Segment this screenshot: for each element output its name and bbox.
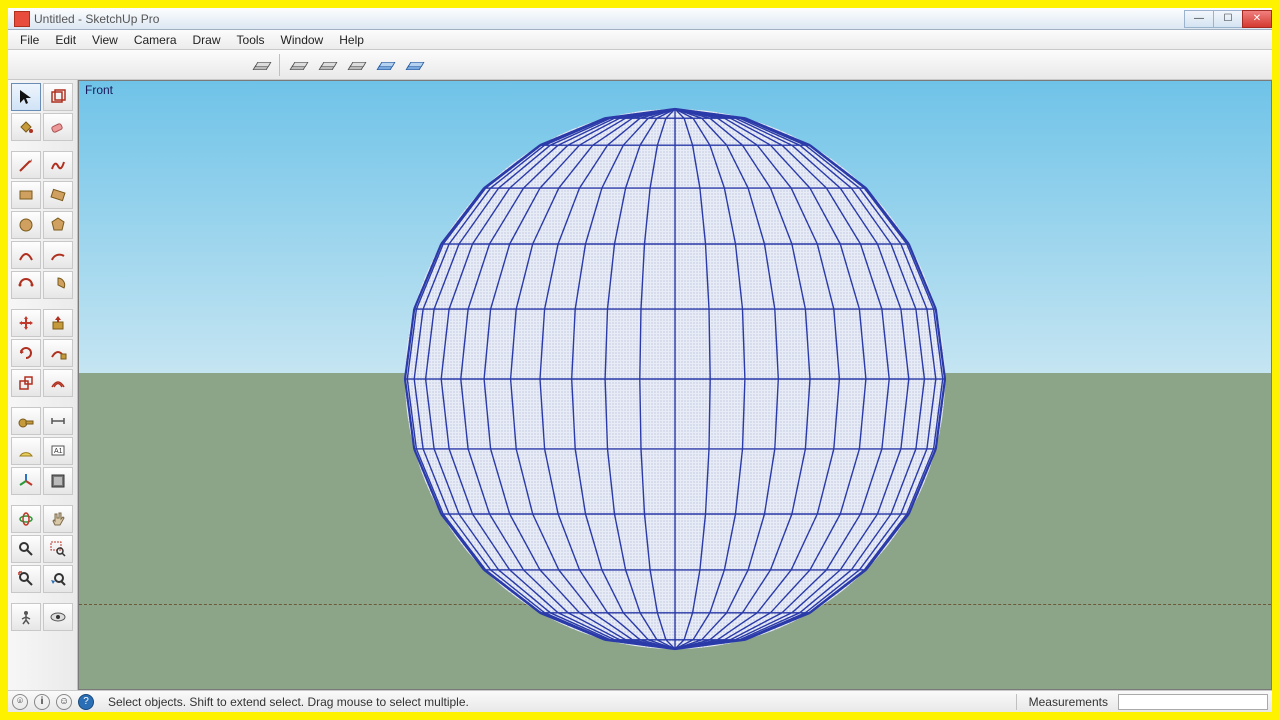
titlebar: Untitled - SketchUp Pro — ☐ ✕ [8,8,1272,30]
dimension-tool[interactable] [43,407,73,435]
axes-tool[interactable] [11,467,41,495]
measurements-label: Measurements [1029,695,1108,709]
component-tool[interactable] [43,83,73,111]
menu-edit[interactable]: Edit [47,31,84,49]
eraser-tool[interactable] [43,113,73,141]
zoom-extents-tool[interactable] [11,565,41,593]
close-button[interactable]: ✕ [1242,10,1272,28]
geo-location-icon[interactable]: ⌾ [12,694,28,710]
protractor-tool[interactable] [11,437,41,465]
arc-tool[interactable] [11,241,41,269]
pan-tool[interactable] [43,505,73,533]
select-tool[interactable] [11,83,41,111]
menu-file[interactable]: File [12,31,47,49]
sketchup-icon [14,11,30,27]
rectangle-tool[interactable] [11,181,41,209]
menu-window[interactable]: Window [273,31,332,49]
menu-bar: File Edit View Camera Draw Tools Window … [8,30,1272,50]
svg-text:A1: A1 [54,448,63,455]
minimize-button[interactable]: — [1184,10,1214,28]
move-tool[interactable] [11,309,41,337]
text-tool[interactable]: A1 [43,437,73,465]
view-label: Front [85,83,113,97]
measurements-input[interactable] [1118,694,1268,710]
menu-camera[interactable]: Camera [126,31,185,49]
window-title: Untitled - SketchUp Pro [34,12,159,26]
circle-tool[interactable] [11,211,41,239]
pie-tool[interactable] [43,271,73,299]
viewport[interactable]: Front [78,80,1272,690]
layers-stack-button[interactable] [343,53,369,77]
rotate-tool[interactable] [11,339,41,367]
status-bar: ⌾ i ☺ ? Select objects. Shift to extend … [8,690,1272,712]
layers-blue-a-button[interactable] [372,53,398,77]
arc-3pt-tool[interactable] [11,271,41,299]
freehand-tool[interactable] [43,151,73,179]
pushpull-tool[interactable] [43,309,73,337]
followme-tool[interactable] [43,339,73,367]
menu-tools[interactable]: Tools [229,31,273,49]
previous-view-tool[interactable] [43,565,73,593]
orbit-tool[interactable] [11,505,41,533]
status-hint: Select objects. Shift to extend select. … [100,695,1004,709]
position-camera-tool[interactable] [11,603,41,631]
layers-blue-b-button[interactable] [401,53,427,77]
line-tool[interactable] [11,151,41,179]
offset-tool[interactable] [43,369,73,397]
status-separator [1016,694,1017,710]
maximize-button[interactable]: ☐ [1213,10,1243,28]
layers-toolbar [8,50,1272,80]
menu-help[interactable]: Help [331,31,372,49]
help-icon[interactable]: ? [78,694,94,710]
look-around-tool[interactable] [43,603,73,631]
layers-tray-button[interactable] [285,53,311,77]
section-plane-tool[interactable] [43,467,73,495]
zoom-window-tool[interactable] [43,535,73,563]
app-window: Untitled - SketchUp Pro — ☐ ✕ File Edit … [8,8,1272,712]
sphere-model[interactable] [395,99,955,659]
toolbar-separator [279,54,280,76]
rotated-rectangle-tool[interactable] [43,181,73,209]
user-icon[interactable]: ☺ [56,694,72,710]
zoom-tool[interactable] [11,535,41,563]
arc-2pt-tool[interactable] [43,241,73,269]
tool-palette: A1 [8,80,78,690]
credits-icon[interactable]: i [34,694,50,710]
menu-draw[interactable]: Draw [185,31,229,49]
layers-single-button[interactable] [248,53,274,77]
polygon-tool[interactable] [43,211,73,239]
paint-bucket-tool[interactable] [11,113,41,141]
scale-tool[interactable] [11,369,41,397]
tape-measure-tool[interactable] [11,407,41,435]
layers-multi-button[interactable] [314,53,340,77]
menu-view[interactable]: View [84,31,126,49]
